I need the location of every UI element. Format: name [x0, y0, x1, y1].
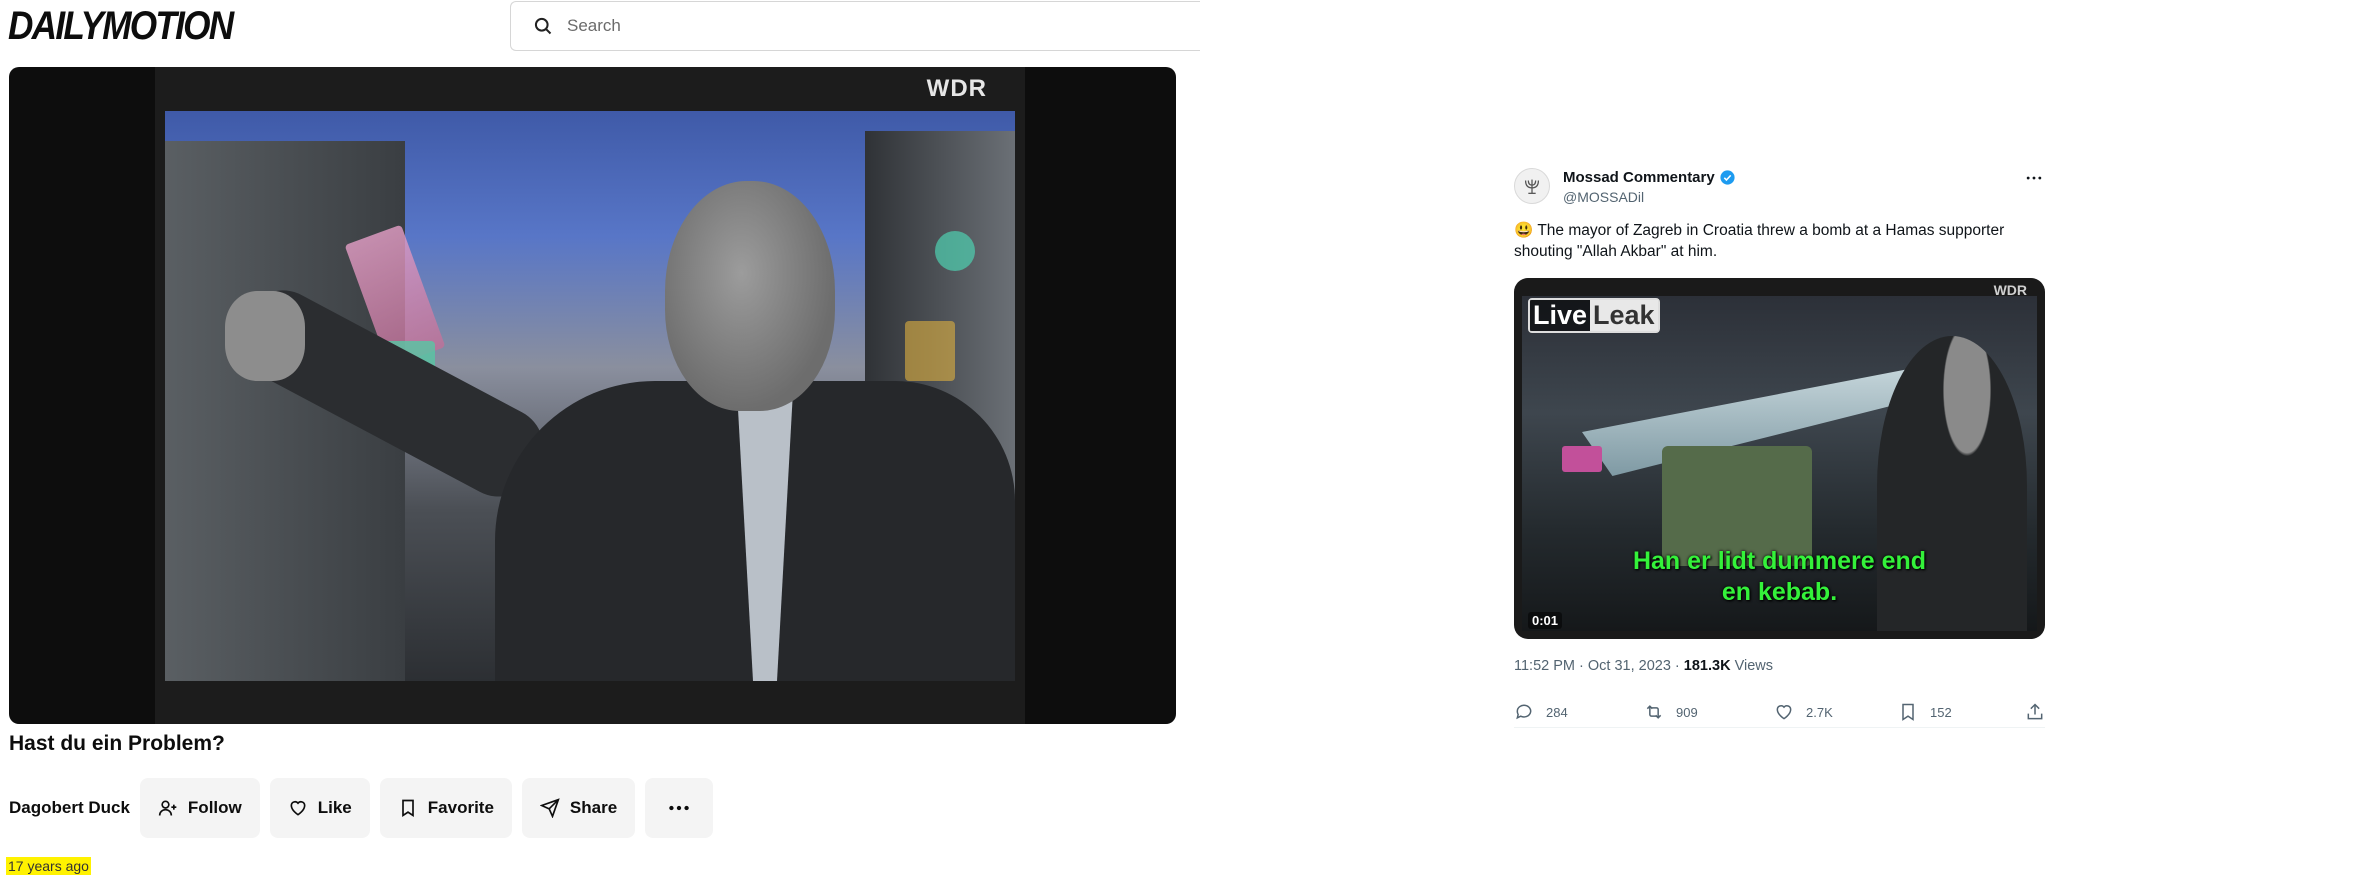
bookmark-button[interactable]: 152: [1898, 702, 1952, 722]
follow-label: Follow: [187, 798, 242, 817]
retweet-button[interactable]: 909: [1644, 702, 1698, 722]
video-player[interactable]: WDR: [9, 67, 1176, 724]
heart-icon: [1776, 705, 1792, 720]
more-options-button[interactable]: [645, 778, 714, 838]
video-watermark: WDR: [926, 75, 987, 102]
liveleak-leak: Leak: [1590, 300, 1658, 331]
like-button[interactable]: Like: [269, 778, 370, 838]
share-label: Share: [569, 798, 618, 817]
share-tweet-button[interactable]: [2025, 702, 2057, 722]
more-horizontal-icon: [669, 805, 689, 811]
video-title: Hast du ein Problem?: [9, 732, 225, 755]
subtitle-line-2: en kebab.: [1721, 578, 1838, 606]
bookmark-count: 152: [1930, 704, 1952, 720]
subtitle-line-1: Han er lidt dummere end: [1632, 547, 1927, 575]
tweet-video[interactable]: Live Leak WDR Han er lidt dummere end en…: [1514, 278, 2045, 639]
favorite-button[interactable]: Favorite: [379, 778, 512, 838]
heart-icon: [290, 800, 306, 816]
display-name: Mossad Commentary: [1563, 169, 1715, 186]
divider: [1514, 727, 2045, 728]
tweet-handle[interactable]: @MOSSADil: [1563, 189, 1644, 205]
channel-name[interactable]: Dagobert Duck: [9, 798, 130, 818]
tweet-author-name[interactable]: Mossad Commentary: [1563, 169, 1736, 186]
search-input[interactable]: [565, 15, 1200, 37]
reply-icon: [1516, 704, 1532, 720]
video-subtitle: Han er lidt dummere end en kebab.: [1514, 546, 2045, 608]
dailymotion-logo[interactable]: DAILYMOTION: [8, 4, 234, 49]
tweet-time[interactable]: 11:52 PM · Oct 31, 2023 ·: [1514, 658, 1684, 674]
upload-age: 17 years ago: [6, 857, 91, 875]
verified-badge-icon: [1720, 170, 1735, 185]
follow-button[interactable]: Follow: [139, 778, 260, 838]
add-user-icon: [158, 800, 177, 816]
menorah-emblem-icon: [1524, 179, 1540, 194]
liveleak-watermark: Live Leak: [1528, 298, 1660, 333]
video-scene: [165, 111, 1015, 681]
like-label: Like: [317, 798, 352, 817]
tweet-video-watermark: WDR: [1993, 282, 2027, 298]
views-count: 181.3K: [1683, 658, 1731, 674]
search-bar[interactable]: [510, 1, 1200, 51]
bookmark-icon: [1902, 703, 1914, 721]
like-count: 2.7K: [1806, 704, 1833, 720]
like-tweet-button[interactable]: 2.7K: [1774, 702, 1833, 722]
upload-share-icon: [2027, 703, 2043, 720]
video-timestamp: 0:01: [1528, 612, 1563, 629]
views-label: Views: [1730, 658, 1774, 674]
video-frame: WDR: [155, 67, 1025, 724]
retweet-count: 909: [1676, 704, 1698, 720]
reply-button[interactable]: 284: [1514, 702, 1568, 722]
liveleak-live: Live: [1530, 300, 1591, 331]
retweet-icon: [1646, 705, 1662, 719]
tweet-meta: 11:52 PM · Oct 31, 2023 · 181.3K Views: [1514, 658, 1773, 674]
search-icon: [534, 17, 552, 35]
video-actions: Dagobert Duck Follow Like Favorite Share: [9, 778, 723, 838]
reply-count: 284: [1546, 704, 1568, 720]
more-horizontal-icon[interactable]: [2023, 168, 2045, 188]
tweet-actions: 284 909 2.7K 152: [1514, 702, 2045, 726]
send-icon: [539, 798, 560, 818]
share-button[interactable]: Share: [521, 778, 636, 838]
bookmark-icon: [401, 799, 414, 818]
favorite-label: Favorite: [427, 798, 494, 817]
avatar[interactable]: [1514, 168, 1550, 204]
tweet-text: 😃 The mayor of Zagreb in Croatia threw a…: [1514, 222, 2005, 260]
